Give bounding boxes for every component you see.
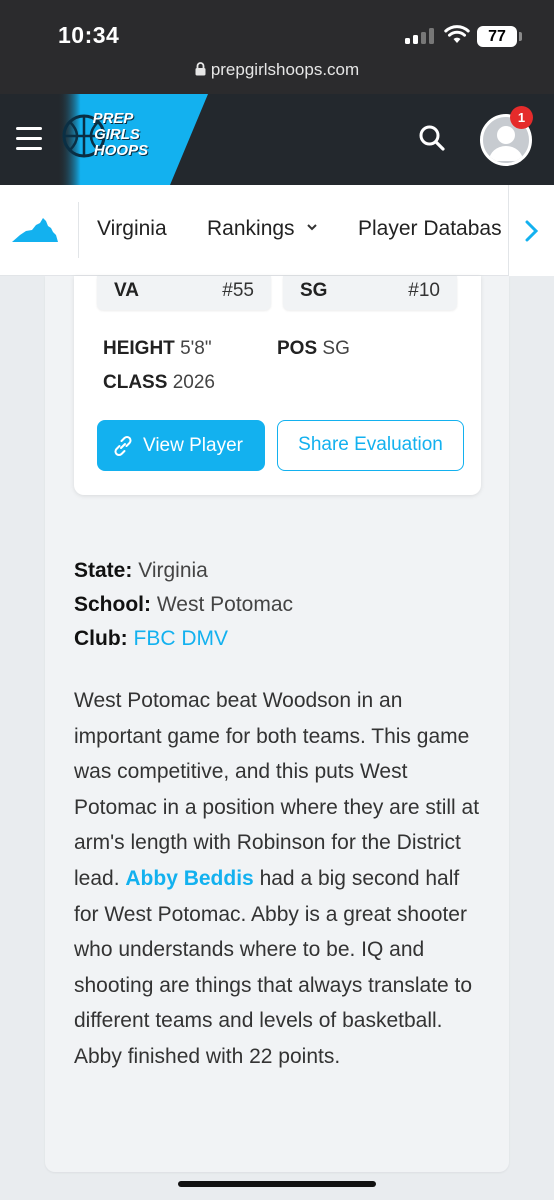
virginia-map-icon[interactable] xyxy=(12,218,58,244)
nav-player-database[interactable]: Player Databas xyxy=(340,210,508,250)
school-line: School: West Potomac xyxy=(74,593,293,617)
subnav-divider xyxy=(78,202,79,258)
url-bar[interactable]: prepgirlshoops.com xyxy=(0,60,554,80)
evaluation-text-after: had a big second half for West Potomac. … xyxy=(74,866,473,1068)
club-label: Club: xyxy=(74,627,128,650)
evaluation-text-before: West Potomac beat Woodson in an importan… xyxy=(74,689,480,890)
cellular-signal-icon xyxy=(405,28,435,44)
pos-label: POS xyxy=(277,338,318,359)
state-value: Virginia xyxy=(138,559,208,582)
logo-text-girls: GIRLS xyxy=(94,126,140,143)
height-attribute: HEIGHT 5'8" xyxy=(103,338,212,360)
logo-text-prep: PREP xyxy=(92,110,134,127)
lock-icon xyxy=(195,62,206,76)
logo-text-hoops: HOOPS xyxy=(93,142,149,159)
position-rank-value: #10 xyxy=(408,280,440,301)
wifi-icon xyxy=(444,25,470,43)
state-label: State: xyxy=(74,559,133,582)
evaluation-text: West Potomac beat Woodson in an importan… xyxy=(74,683,484,1075)
position-rank-label: SG xyxy=(300,280,328,301)
height-value: 5'8" xyxy=(180,338,212,359)
player-link[interactable]: Abby Beddis xyxy=(125,867,253,890)
pos-value: SG xyxy=(322,338,350,359)
class-label: CLASS xyxy=(103,372,168,393)
state-line: State: Virginia xyxy=(74,559,208,583)
class-value: 2026 xyxy=(172,372,215,393)
chevron-down-icon xyxy=(307,224,318,231)
height-label: HEIGHT xyxy=(103,338,175,359)
club-link[interactable]: FBC DMV xyxy=(134,627,229,650)
menu-button[interactable] xyxy=(16,127,42,151)
state-rank-label: VA xyxy=(114,280,139,301)
view-player-button[interactable]: View Player xyxy=(97,420,265,471)
school-label: School: xyxy=(74,593,151,616)
nav-rankings[interactable]: Rankings xyxy=(207,217,318,241)
club-line: Club: FBC DMV xyxy=(74,627,228,651)
pos-attribute: POS SG xyxy=(277,338,350,360)
view-player-label: View Player xyxy=(143,435,243,456)
nav-rankings-label: Rankings xyxy=(207,217,295,240)
state-rank-value: #55 xyxy=(222,280,254,301)
nav-virginia[interactable]: Virginia xyxy=(97,217,167,241)
school-value: West Potomac xyxy=(156,593,294,616)
status-time: 10:34 xyxy=(58,22,120,48)
notification-badge: 1 xyxy=(510,106,533,129)
link-icon xyxy=(114,435,132,457)
search-icon[interactable] xyxy=(416,122,448,154)
class-attribute: CLASS 2026 xyxy=(103,372,215,394)
url-text: prepgirlshoops.com xyxy=(210,60,360,79)
nav-player-database-label: Player Databas xyxy=(358,217,502,240)
home-indicator xyxy=(178,1181,376,1187)
nav-scroll-next[interactable] xyxy=(508,185,554,276)
chevron-right-icon xyxy=(525,220,539,242)
battery-indicator: 77 xyxy=(477,26,522,47)
share-evaluation-button[interactable]: Share Evaluation xyxy=(277,420,464,471)
